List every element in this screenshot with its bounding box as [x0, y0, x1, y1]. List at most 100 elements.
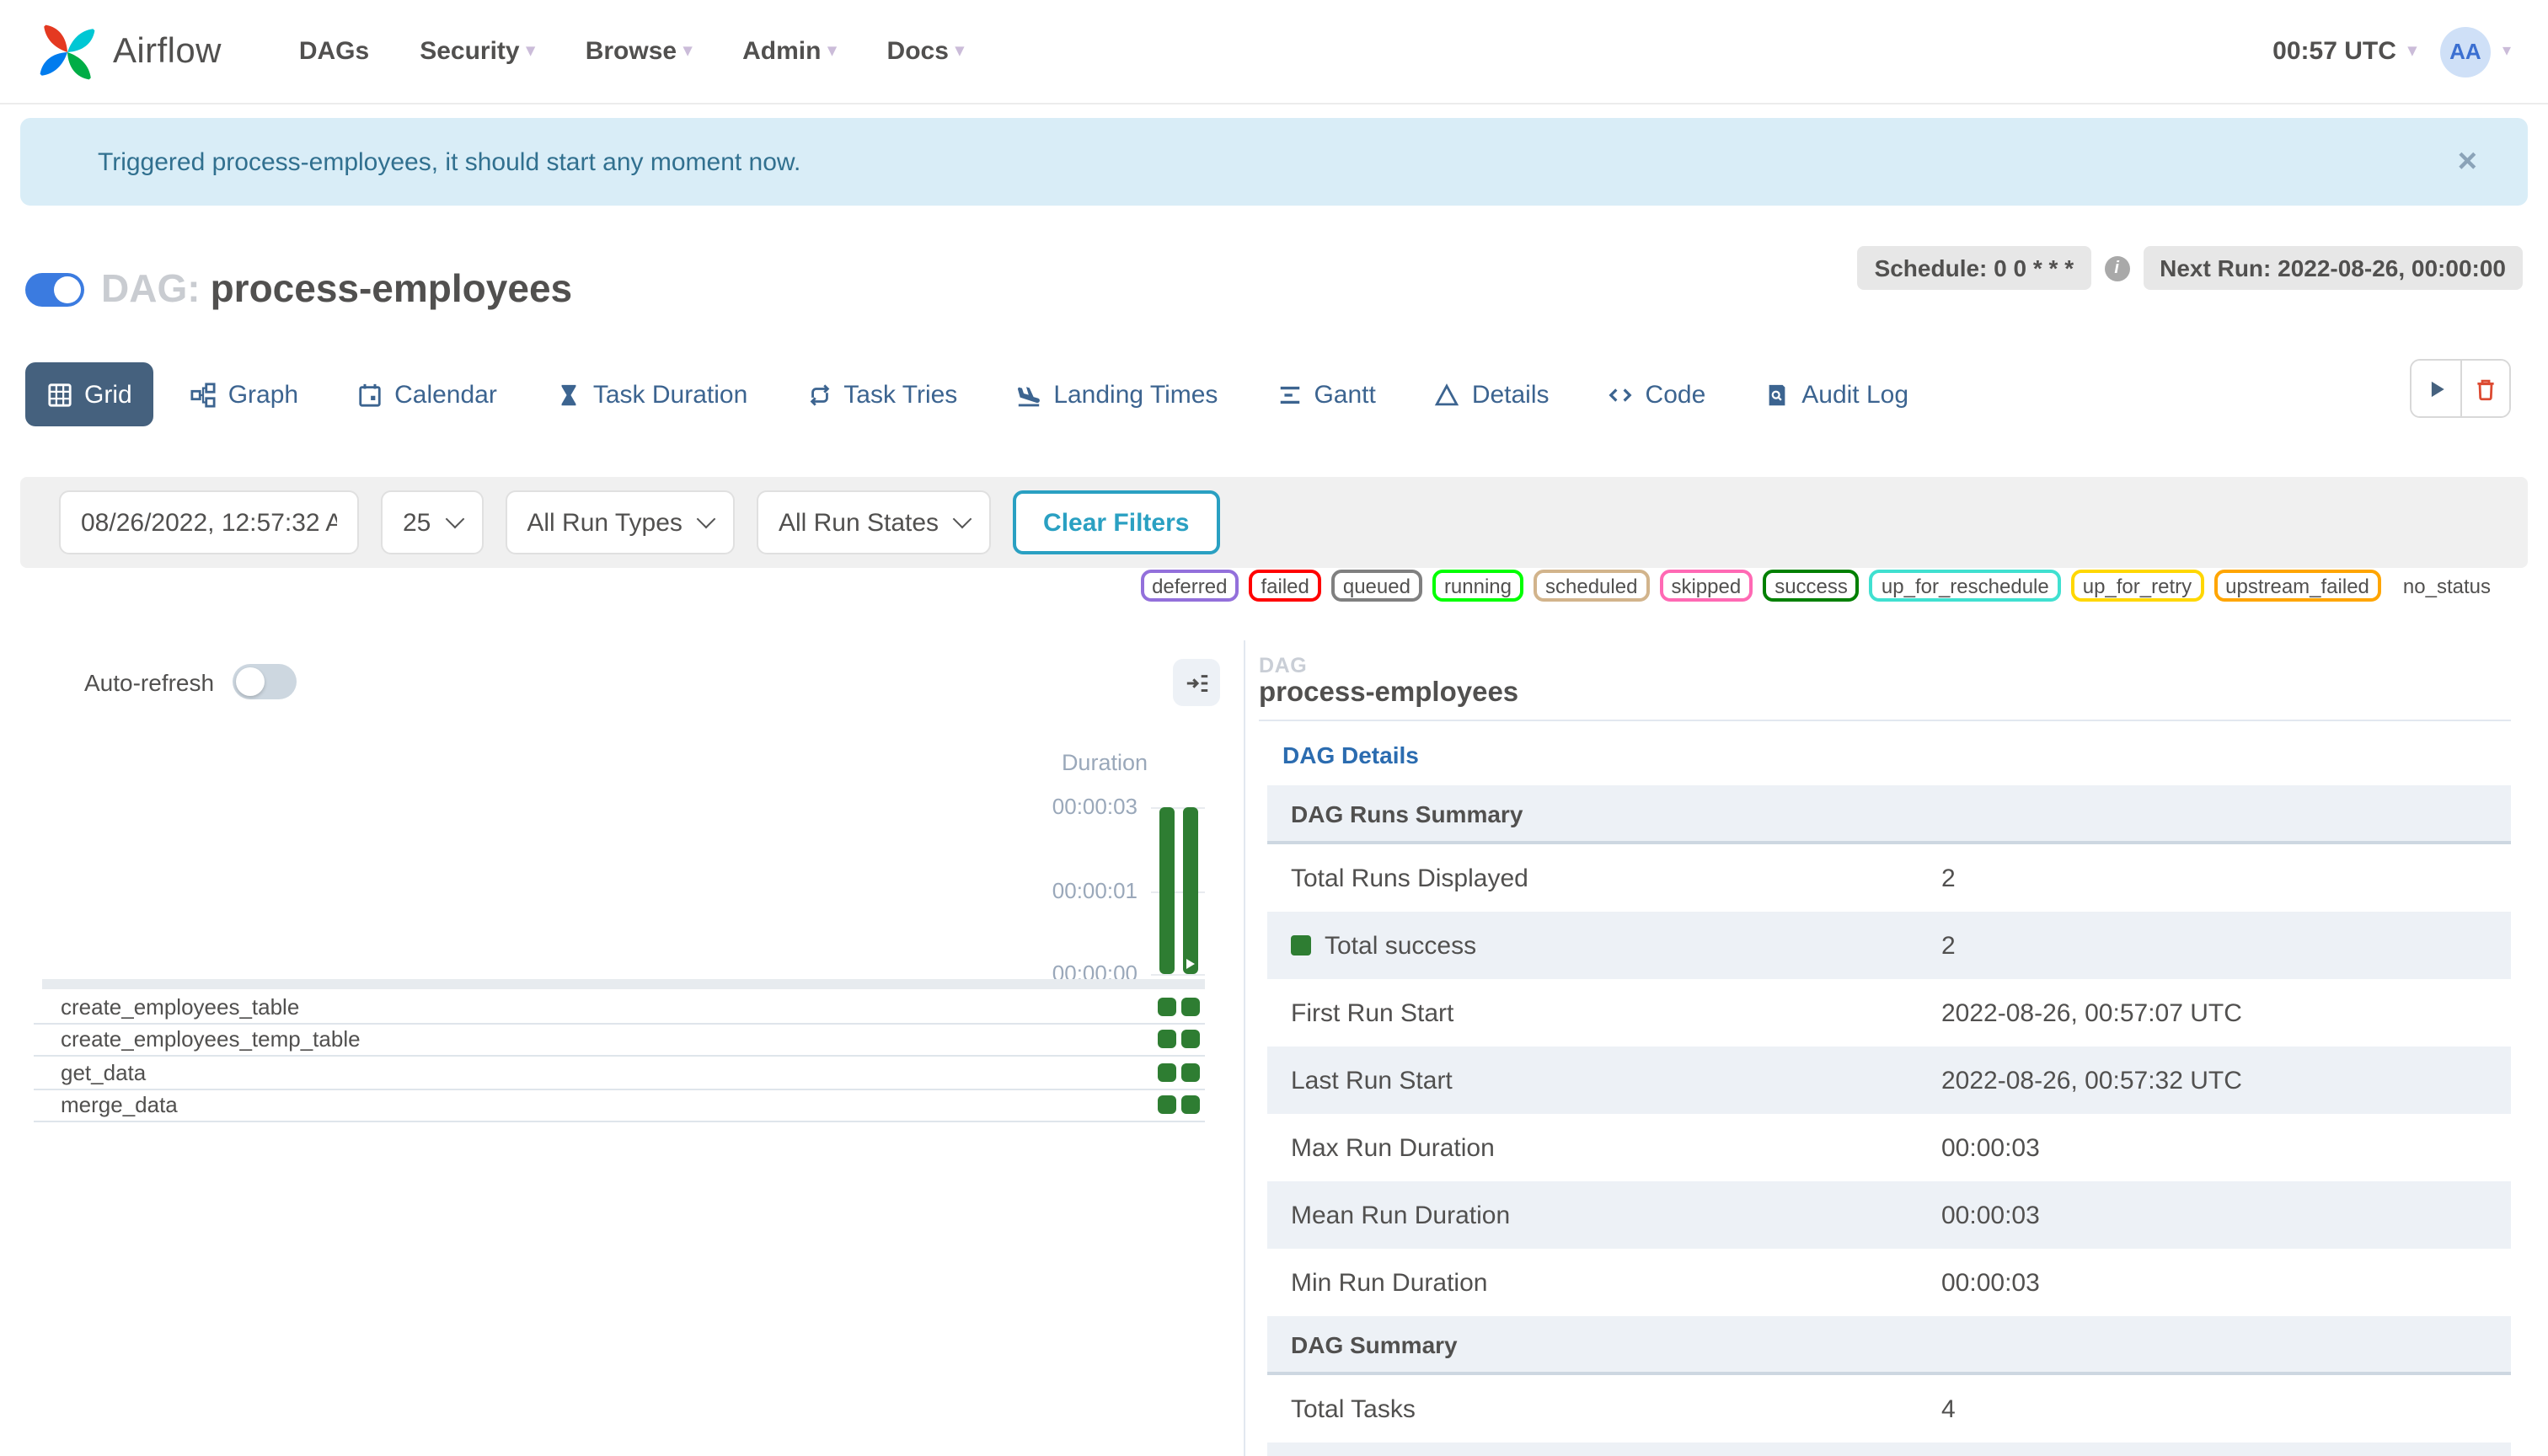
- task-name[interactable]: create_employees_table: [61, 994, 299, 1020]
- run-states-select[interactable]: All Run States: [756, 490, 992, 554]
- nav-item-admin[interactable]: Admin ▾: [742, 37, 836, 66]
- base-date-input[interactable]: [59, 490, 359, 554]
- code-icon: [1609, 382, 1634, 407]
- schedule-badges: Schedule: 0 0 * * * i Next Run: 2022-08-…: [1857, 246, 2523, 290]
- nav-item-dags[interactable]: DAGs: [299, 37, 369, 66]
- table-row-partial: [1267, 1443, 2511, 1456]
- legend-no-status: no_status: [2402, 574, 2491, 597]
- task-name[interactable]: merge_data: [61, 1093, 178, 1118]
- legend-badge-queued: queued: [1330, 570, 1422, 602]
- tab-calendar[interactable]: Calendar: [335, 362, 519, 426]
- table-row: Max Run Duration 00:00:03: [1267, 1114, 2511, 1181]
- tab-label: Task Duration: [592, 380, 748, 409]
- task-name[interactable]: get_data: [61, 1060, 146, 1085]
- chevron-down-icon: ▾: [955, 41, 964, 60]
- task-instance-success[interactable]: [1181, 1063, 1200, 1081]
- legend-badge-skipped: skipped: [1659, 570, 1753, 602]
- success-swatch: [1291, 935, 1311, 956]
- auto-refresh-toggle[interactable]: [233, 664, 297, 699]
- y-tick-label: 00:00:03: [1052, 794, 1138, 819]
- collapse-panel-icon: [1184, 670, 1209, 695]
- play-icon: [2424, 377, 2448, 400]
- hourglass-icon: [556, 382, 581, 407]
- legend-badge-deferred: deferred: [1140, 570, 1239, 602]
- tab-code[interactable]: Code: [1587, 362, 1728, 426]
- chevron-down-icon: [445, 509, 464, 529]
- schedule-badge: Schedule: 0 0 * * *: [1857, 246, 2091, 290]
- details-dag-name: process-employees: [1259, 677, 1519, 708]
- tab-grid[interactable]: Grid: [25, 362, 154, 426]
- chevron-down-icon: ▾: [2407, 41, 2417, 60]
- tab-label: Grid: [84, 380, 132, 409]
- tab-audit-log[interactable]: Audit Log: [1742, 362, 1930, 426]
- table-row: Total success 2: [1267, 912, 2511, 979]
- tab-label: Graph: [228, 380, 299, 409]
- tab-task-tries[interactable]: Task Tries: [784, 362, 979, 426]
- delete-dag-button[interactable]: [2460, 361, 2509, 416]
- task-name[interactable]: create_employees_temp_table: [61, 1027, 361, 1052]
- airflow-home-link[interactable]: Airflow: [37, 21, 222, 82]
- tab-graph[interactable]: Graph: [169, 362, 320, 426]
- clock-dropdown[interactable]: 00:57 UTC ▾: [2272, 37, 2417, 66]
- trigger-dag-button[interactable]: [2412, 361, 2460, 416]
- nav-item-security[interactable]: Security ▾: [420, 37, 534, 66]
- task-row: get_data: [34, 1057, 1205, 1089]
- details-divider: [1259, 720, 2511, 721]
- legend-badge-running: running: [1432, 570, 1523, 602]
- toggle-details-panel-button[interactable]: [1173, 659, 1220, 706]
- row-label: Min Run Duration: [1291, 1268, 1488, 1297]
- table-section-header: DAG Runs Summary: [1267, 785, 2511, 844]
- tab-gantt[interactable]: Gantt: [1255, 362, 1397, 426]
- triangle-icon: [1435, 382, 1460, 407]
- tab-task-duration[interactable]: Task Duration: [534, 362, 769, 426]
- row-label: Total success: [1267, 931, 1941, 960]
- row-value: 4: [1941, 1394, 1956, 1423]
- chevron-down-icon: ▾: [827, 41, 837, 60]
- nav-item-docs[interactable]: Docs ▾: [887, 37, 964, 66]
- task-instance-success[interactable]: [1181, 1030, 1200, 1048]
- dag-run-bar-manual[interactable]: [1183, 807, 1198, 974]
- task-instance-success[interactable]: [1158, 1063, 1176, 1081]
- task-row: merge_data: [34, 1089, 1205, 1122]
- info-icon[interactable]: i: [2104, 255, 2130, 281]
- manual-run-icon: [1186, 959, 1195, 969]
- task-instance-success[interactable]: [1158, 1095, 1176, 1114]
- chevron-down-icon: ▾: [683, 41, 693, 60]
- user-menu[interactable]: AA ▾: [2439, 26, 2511, 77]
- row-label: Last Run Start: [1291, 1066, 1453, 1095]
- dag-pause-toggle[interactable]: [25, 272, 84, 306]
- task-row: create_employees_temp_table: [34, 1024, 1205, 1057]
- dag-details-table: DAG Runs Summary Total Runs Displayed 2 Tot…: [1267, 785, 2511, 1456]
- row-label: Total Runs Displayed: [1291, 864, 1528, 892]
- clear-filters-button[interactable]: Clear Filters: [1013, 490, 1220, 554]
- table-row: Mean Run Duration 00:00:03: [1267, 1181, 2511, 1249]
- nav-item-browse[interactable]: Browse ▾: [586, 37, 692, 66]
- legend-badge-success: success: [1763, 570, 1860, 602]
- tab-label: Landing Times: [1053, 380, 1218, 409]
- airflow-dag-grid-page: Airflow DAGs Security ▾ Browse ▾ Admin ▾ Docs ▾ …: [0, 0, 2548, 1456]
- table-row: Last Run Start 2022-08-26, 00:57:32 UTC: [1267, 1046, 2511, 1114]
- tab-landing-times[interactable]: Landing Times: [994, 362, 1239, 426]
- section-header-label: DAG Runs Summary: [1291, 800, 1523, 827]
- trash-icon: [2474, 377, 2497, 400]
- task-instance-success[interactable]: [1158, 997, 1176, 1015]
- page-size-select[interactable]: 25: [381, 490, 484, 554]
- tab-label: Calendar: [394, 380, 497, 409]
- dag-run-bar-scheduled[interactable]: [1159, 807, 1175, 974]
- close-icon[interactable]: ×: [2458, 142, 2477, 181]
- task-instance-success[interactable]: [1181, 1095, 1200, 1114]
- y-tick-label: 00:00:01: [1052, 877, 1138, 902]
- table-row: Min Run Duration 00:00:03: [1267, 1249, 2511, 1316]
- run-types-select[interactable]: All Run Types: [505, 490, 735, 554]
- task-row: create_employees_table: [34, 991, 1205, 1024]
- tab-label: Gantt: [1314, 380, 1376, 409]
- tab-details[interactable]: Details: [1413, 362, 1571, 426]
- task-instance-success[interactable]: [1158, 1030, 1176, 1048]
- dag-details-link[interactable]: DAG Details: [1282, 741, 1419, 768]
- status-legend: deferred failed queued running scheduled skip…: [1140, 570, 2491, 602]
- chevron-down-icon: ▾: [2502, 41, 2511, 60]
- run-types-value: All Run Types: [527, 508, 682, 537]
- task-instance-success[interactable]: [1181, 997, 1200, 1015]
- tab-label: Task Tries: [843, 380, 958, 409]
- row-value: 2022-08-26, 00:57:07 UTC: [1941, 998, 2242, 1027]
